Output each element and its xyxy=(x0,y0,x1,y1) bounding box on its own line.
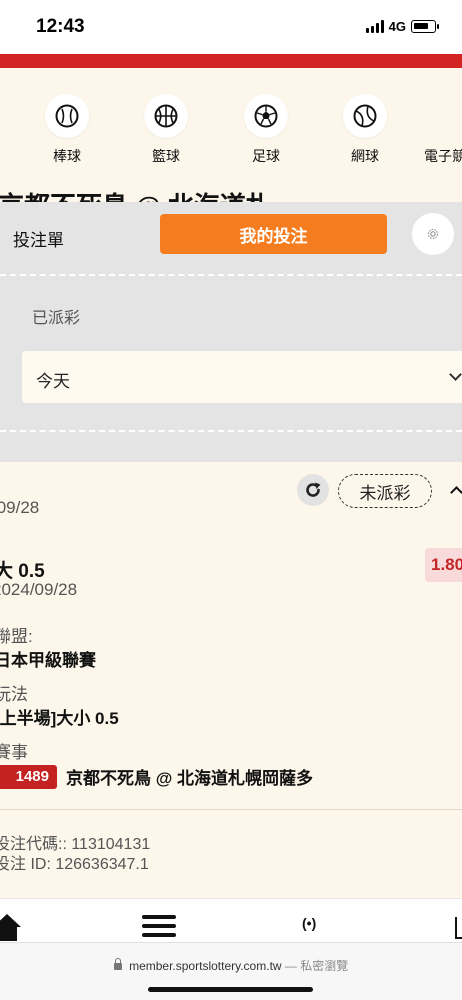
tennis-icon xyxy=(343,94,387,138)
sport-item-baseball[interactable]: 棒球 xyxy=(22,94,112,166)
status-bar: 12:43 4G xyxy=(0,0,462,54)
home-indicator xyxy=(148,987,313,992)
divider xyxy=(0,430,462,432)
sports-nav: 棒球 籃球 足球 網球 電子競 xyxy=(0,68,462,180)
settings-button[interactable] xyxy=(412,213,454,255)
url-text: member.sportslottery.com.tw xyxy=(129,959,282,973)
divider xyxy=(0,274,462,276)
chevron-down-icon xyxy=(449,368,462,381)
menu-icon[interactable] xyxy=(142,915,176,942)
market-label: 玩法 xyxy=(0,685,28,704)
collapse-chevron-icon[interactable] xyxy=(450,486,462,499)
bet-selection: 大 0.5 xyxy=(0,561,45,582)
event-row: 1489 京都不死鳥 @ 北海道札幌岡薩多 xyxy=(0,764,313,789)
url-display: member.sportslottery.com.tw — 私密瀏覽 xyxy=(0,957,462,974)
sport-item-soccer[interactable]: 足球 xyxy=(221,94,311,166)
live-icon[interactable]: (•) xyxy=(302,915,316,931)
bet-panel: 投注單 我的投注 已派彩 今天 xyxy=(0,202,462,462)
sport-label: 網球 xyxy=(351,148,379,164)
sport-label: 棒球 xyxy=(53,148,81,164)
bet-date: /09/28 xyxy=(0,498,40,517)
odds-badge: 1.80 xyxy=(425,548,462,582)
date-filter-select[interactable]: 今天 xyxy=(22,351,462,403)
divider xyxy=(0,809,462,810)
nav-home[interactable] xyxy=(0,911,22,946)
signal-icon xyxy=(365,20,384,33)
status-time: 12:43 xyxy=(36,16,85,37)
browser-url-bar[interactable]: member.sportslottery.com.tw — 私密瀏覽 xyxy=(0,942,462,1000)
sport-label: 籃球 xyxy=(152,148,180,164)
bottom-nav: (•) xyxy=(0,898,462,942)
soccer-icon xyxy=(244,94,288,138)
tab-my-bets[interactable]: 我的投注 xyxy=(160,214,387,254)
selection-date: 2024/09/28 xyxy=(0,580,78,599)
league-label: 聯盟: xyxy=(0,627,33,646)
refresh-icon xyxy=(306,482,321,497)
tab-bet-slip[interactable]: 投注單 xyxy=(13,226,64,251)
sport-item-tennis[interactable]: 網球 xyxy=(320,94,410,166)
sport-item-esports[interactable]: 電子競 xyxy=(408,94,462,166)
bet-id: 投注 ID: 126636347.1 xyxy=(0,856,149,873)
gear-icon xyxy=(428,229,438,239)
status-icons: 4G xyxy=(365,19,439,34)
sport-label: 足球 xyxy=(252,148,280,164)
event-label: 賽事 xyxy=(0,743,28,762)
network-type: 4G xyxy=(388,19,406,34)
brand-header-bar xyxy=(0,54,462,68)
date-filter-value: 今天 xyxy=(36,372,70,391)
lock-icon xyxy=(113,958,122,970)
settled-label[interactable]: 已派彩 xyxy=(32,304,80,328)
battery-icon xyxy=(411,20,439,33)
status-badge: 未派彩 xyxy=(338,474,432,508)
baseball-icon xyxy=(45,94,89,138)
sport-label: 電子競 xyxy=(424,148,462,164)
sport-item-basketball[interactable]: 籃球 xyxy=(121,94,211,166)
bet-slip-icon[interactable] xyxy=(455,917,462,939)
event-id-tag: 1489 xyxy=(0,764,57,789)
private-browsing-note: — 私密瀏覽 xyxy=(284,959,349,973)
bet-card: /09/28 未派彩 大 0.5 2024/09/28 1.80 聯盟: 日本甲… xyxy=(0,462,462,898)
market-value: [上半場]大小 0.5 xyxy=(0,709,119,728)
event-name: 京都不死鳥 @ 北海道札幌岡薩多 xyxy=(66,769,314,788)
league-value: 日本甲級聯賽 xyxy=(0,651,96,670)
match-title: 京都不死鳥 @ 北海道札 xyxy=(0,180,462,202)
refresh-button[interactable] xyxy=(297,474,329,506)
basketball-icon xyxy=(144,94,188,138)
home-icon xyxy=(0,914,21,941)
